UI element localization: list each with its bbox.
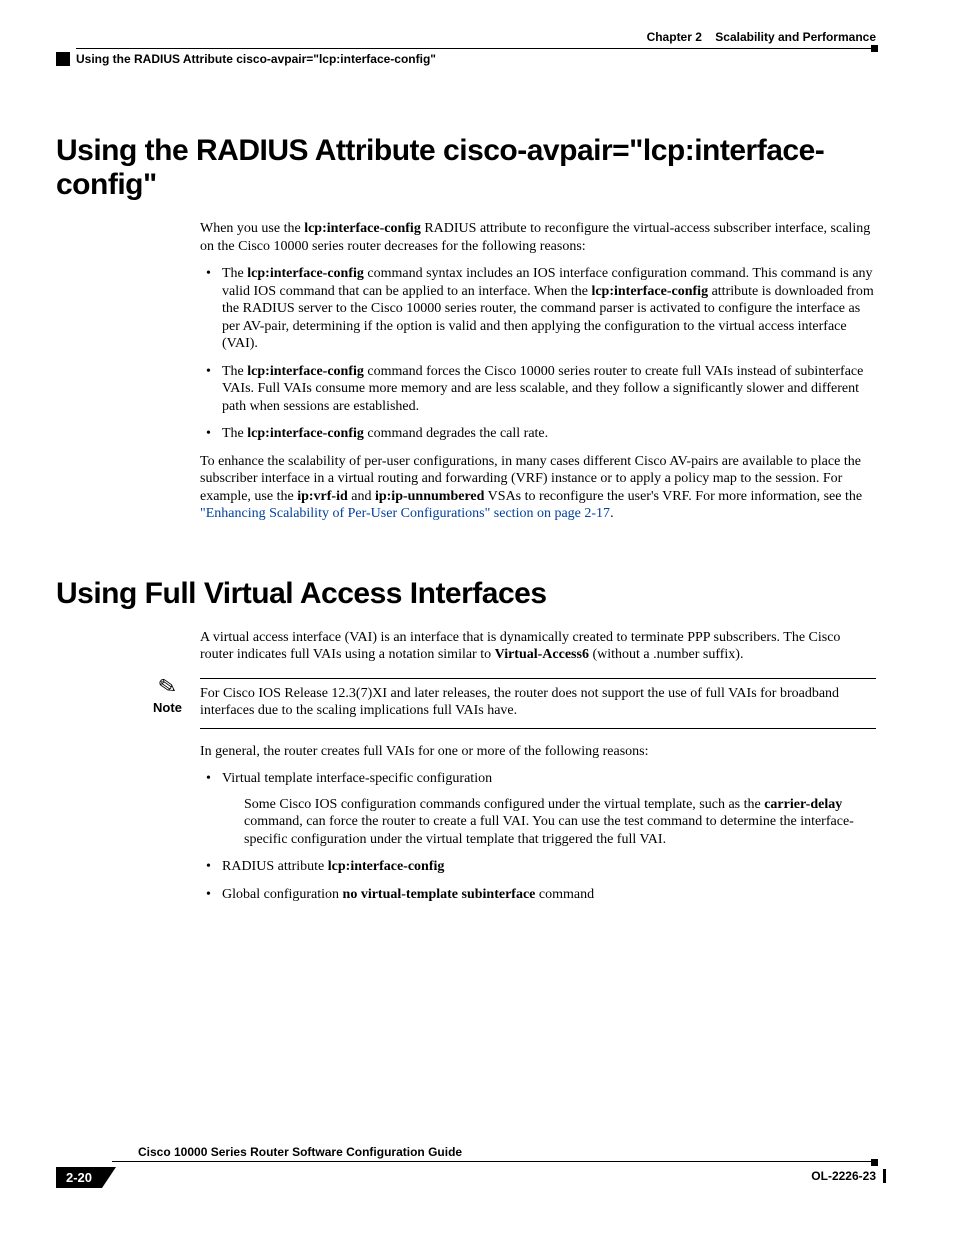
note-block: ✎ Note For Cisco IOS Release 12.3(7)XI a… <box>200 678 876 729</box>
page: Chapter 2 Scalability and Performance Us… <box>0 0 954 1235</box>
note-text: For Cisco IOS Release 12.3(7)XI and late… <box>200 685 876 720</box>
footer-rule <box>112 1161 876 1162</box>
section-heading-full-vai: Using Full Virtual Access Interfaces <box>56 577 876 611</box>
note-label: Note <box>140 700 195 716</box>
chapter-label: Chapter 2 <box>647 30 702 44</box>
header-right: Chapter 2 Scalability and Performance <box>647 30 876 44</box>
footer-doc-id-cap <box>883 1169 886 1183</box>
section-heading-radius-attribute: Using the RADIUS Attribute cisco-avpair=… <box>56 134 876 202</box>
list-item-subtext: Some Cisco IOS configuration commands co… <box>244 796 876 849</box>
page-footer: Cisco 10000 Series Router Software Confi… <box>56 1161 876 1201</box>
list-item: RADIUS attribute lcp:interface-config <box>200 858 876 876</box>
footer-rule-cap <box>871 1159 878 1166</box>
list-item: Global configuration no virtual-template… <box>200 886 876 904</box>
section2-lead2: In general, the router creates full VAIs… <box>200 743 876 761</box>
xref-link[interactable]: "Enhancing Scalability of Per-User Confi… <box>200 506 610 521</box>
header-rule-cap <box>871 45 878 52</box>
page-header: Chapter 2 Scalability and Performance Us… <box>56 30 876 74</box>
section2-bullets: Virtual template interface-specific conf… <box>200 770 876 903</box>
footer-guide-title: Cisco 10000 Series Router Software Confi… <box>138 1145 462 1159</box>
list-item: The lcp:interface-config command forces … <box>200 363 876 416</box>
note-rule-top <box>200 678 876 679</box>
header-left-cap <box>56 52 70 66</box>
section1-intro: When you use the lcp:interface-config RA… <box>200 220 876 255</box>
chapter-title: Scalability and Performance <box>715 30 876 44</box>
pencil-icon: ✎ <box>139 671 197 702</box>
header-running-title: Using the RADIUS Attribute cisco-avpair=… <box>76 52 436 66</box>
header-rule <box>76 48 876 49</box>
list-item: The lcp:interface-config command syntax … <box>200 265 876 353</box>
note-rule-bottom <box>200 728 876 729</box>
footer-doc-id: OL-2226-23 <box>811 1169 876 1183</box>
section1-body: When you use the lcp:interface-config RA… <box>200 220 876 523</box>
section2-intro: A virtual access interface (VAI) is an i… <box>200 629 876 664</box>
section2-body: A virtual access interface (VAI) is an i… <box>200 629 876 904</box>
section1-bullets: The lcp:interface-config command syntax … <box>200 265 876 443</box>
list-item: Virtual template interface-specific conf… <box>200 770 876 848</box>
page-number: 2-20 <box>56 1167 102 1188</box>
list-item: The lcp:interface-config command degrade… <box>200 425 876 443</box>
section1-tail: To enhance the scalability of per-user c… <box>200 453 876 523</box>
note-icon: ✎ Note <box>140 676 195 716</box>
